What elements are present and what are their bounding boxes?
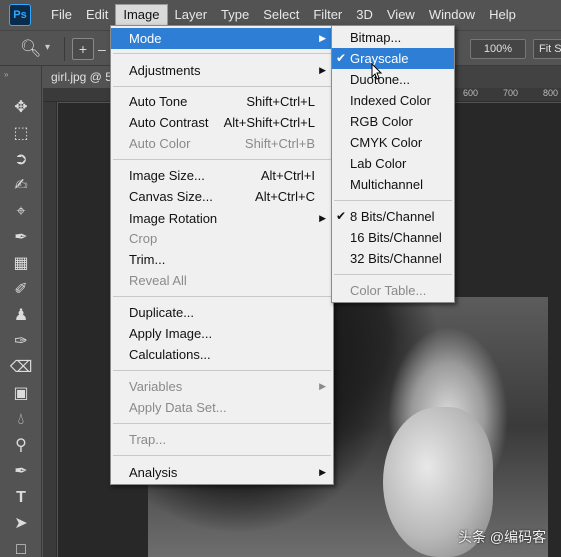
mode-submenu: Bitmap... ✔ Grayscale Duotone... Indexed… — [331, 25, 455, 303]
tools-panel: » ✥ ⬚ ➲ ✍ ⌖ ✒ ▦ ✐ ♟ ✑ ⌫ ▣ 💧︎ ⚲ ✒ T ➤ □ — [0, 66, 42, 557]
watermark: 头条 @编码客 — [458, 529, 547, 545]
move-tool-icon[interactable]: ✥ — [9, 96, 33, 120]
menu-window[interactable]: Window — [422, 4, 482, 26]
menu-item-image-size[interactable]: Image Size... Alt+Ctrl+I — [111, 165, 333, 186]
zoom-100-button[interactable]: 100% — [470, 39, 526, 59]
menu-item-cmyk-color[interactable]: CMYK Color — [332, 132, 454, 153]
menu-help[interactable]: Help — [482, 4, 523, 26]
menu-item-variables: Variables ▶ — [111, 376, 333, 397]
menu-item-analysis[interactable]: Analysis ▶ — [111, 462, 333, 483]
zoom-in-button[interactable]: + — [72, 38, 94, 60]
healing-brush-tool-icon[interactable]: ▦ — [9, 252, 33, 276]
menu-item-calculations[interactable]: Calculations... — [111, 344, 333, 365]
panel-grip-icon[interactable]: » — [4, 70, 9, 79]
menu-3d[interactable]: 3D — [349, 4, 380, 26]
menu-item-apply-image[interactable]: Apply Image... — [111, 323, 333, 344]
fit-screen-button[interactable]: Fit Sc — [533, 39, 561, 59]
menu-item-16-bits[interactable]: 16 Bits/Channel — [332, 227, 454, 248]
marquee-tool-icon[interactable]: ⬚ — [9, 122, 33, 146]
menu-item-8-bits[interactable]: ✔ 8 Bits/Channel — [332, 206, 454, 227]
menu-divider — [113, 53, 331, 54]
mouse-pointer-icon — [371, 63, 383, 80]
pen-tool-icon[interactable]: ✒ — [9, 460, 33, 484]
menu-item-duotone[interactable]: Duotone... — [332, 69, 454, 90]
menu-divider — [113, 159, 331, 160]
submenu-arrow-icon: ▶ — [319, 33, 326, 43]
menu-item-grayscale[interactable]: ✔ Grayscale — [332, 48, 454, 69]
menu-view[interactable]: View — [380, 4, 422, 26]
menu-item-crop: Crop — [129, 231, 158, 246]
path-select-tool-icon[interactable]: ➤ — [9, 512, 33, 536]
menu-item-reveal-all: Reveal All — [129, 273, 187, 288]
menu-divider — [334, 200, 452, 201]
menu-divider — [334, 274, 452, 275]
clone-stamp-tool-icon[interactable]: ♟ — [9, 304, 33, 328]
menu-select[interactable]: Select — [256, 4, 306, 26]
menu-divider — [113, 370, 331, 371]
ruler-tick-label: 700 — [503, 88, 519, 98]
submenu-arrow-icon: ▶ — [319, 65, 326, 75]
menu-item-32-bits[interactable]: 32 Bits/Channel — [332, 248, 454, 269]
history-brush-tool-icon[interactable]: ✑ — [9, 330, 33, 354]
menu-item-canvas-size[interactable]: Canvas Size... Alt+Ctrl+C — [111, 186, 333, 207]
menu-item-image-rotation[interactable]: Image Rotation ▶ — [111, 208, 333, 229]
menu-item-bitmap[interactable]: Bitmap... — [332, 27, 454, 48]
submenu-arrow-icon: ▶ — [319, 381, 326, 391]
menu-divider — [113, 86, 331, 87]
vertical-ruler — [43, 102, 57, 557]
zoom-out-button[interactable]: – — [98, 38, 110, 60]
image-menu: Mode ▶ Adjustments ▶ Auto Tone Shift+Ctrl+L… — [110, 25, 334, 485]
menu-edit[interactable]: Edit — [79, 4, 115, 26]
menu-item-lab-color[interactable]: Lab Color — [332, 153, 454, 174]
menu-item-trap: Trap... — [129, 432, 167, 447]
menu-image[interactable]: Image — [115, 4, 168, 26]
menu-divider — [113, 455, 331, 456]
ruler-tick-label: 800 — [543, 88, 559, 98]
menu-item-multichannel[interactable]: Multichannel — [332, 174, 454, 195]
menu-item-apply-data-set: Apply Data Set... — [129, 400, 227, 415]
menu-item-auto-contrast[interactable]: Auto Contrast Alt+Shift+Ctrl+L — [111, 112, 333, 133]
brush-tool-icon[interactable]: ✐ — [9, 278, 33, 302]
submenu-arrow-icon: ▶ — [319, 467, 326, 477]
zoom-tool-icon[interactable]: 🔍︎ — [20, 39, 42, 59]
menu-layer[interactable]: Layer — [168, 4, 215, 26]
menu-item-rgb-color[interactable]: RGB Color — [332, 111, 454, 132]
chevron-down-icon[interactable]: ▾ — [45, 42, 50, 53]
eyedropper-tool-icon[interactable]: ✒ — [9, 226, 33, 250]
menu-divider — [113, 423, 331, 424]
document-tab[interactable]: girl.jpg @ 5 — [43, 66, 113, 88]
divider — [64, 37, 65, 61]
menu-item-color-table: Color Table... — [350, 283, 427, 298]
menu-filter[interactable]: Filter — [306, 4, 349, 26]
type-tool-icon[interactable]: T — [9, 486, 33, 510]
menu-item-indexed-color[interactable]: Indexed Color — [332, 90, 454, 111]
menu-file[interactable]: File — [44, 4, 79, 26]
rectangle-tool-icon[interactable]: □ — [9, 538, 33, 557]
quick-select-tool-icon[interactable]: ✍ — [9, 174, 33, 198]
menu-item-duplicate[interactable]: Duplicate... — [111, 302, 333, 323]
app-logo: Ps — [9, 4, 31, 26]
ruler-tick-label: 600 — [463, 88, 479, 98]
gradient-tool-icon[interactable]: ▣ — [9, 382, 33, 406]
checkmark-icon: ✔ — [336, 209, 347, 223]
menu-divider — [113, 296, 331, 297]
blur-tool-icon[interactable]: 💧︎ — [9, 408, 33, 432]
dodge-tool-icon[interactable]: ⚲ — [9, 434, 33, 458]
menu-item-auto-color: Auto Color Shift+Ctrl+B — [129, 136, 315, 151]
menu-item-mode[interactable]: Mode ▶ — [111, 28, 333, 49]
menu-item-auto-tone[interactable]: Auto Tone Shift+Ctrl+L — [111, 91, 333, 112]
lasso-tool-icon[interactable]: ➲ — [9, 148, 33, 172]
menu-item-trim[interactable]: Trim... — [111, 249, 333, 270]
photoshop-window: Ps File Edit Image Layer Type Select Fil… — [0, 0, 561, 557]
checkmark-icon: ✔ — [336, 51, 347, 65]
eraser-tool-icon[interactable]: ⌫ — [9, 356, 33, 380]
crop-tool-icon[interactable]: ⌖ — [9, 200, 33, 224]
menu-type[interactable]: Type — [214, 4, 256, 26]
submenu-arrow-icon: ▶ — [319, 213, 326, 223]
menu-item-adjustments[interactable]: Adjustments ▶ — [111, 60, 333, 81]
